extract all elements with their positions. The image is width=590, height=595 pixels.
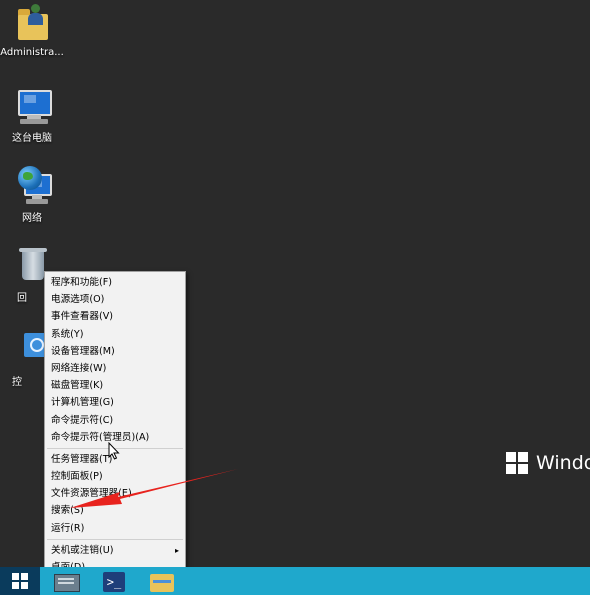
- menu-item-event-viewer[interactable]: 事件查看器(V): [45, 308, 185, 325]
- user-folder-icon: [12, 4, 52, 44]
- menu-item-search[interactable]: 搜索(S): [45, 502, 185, 519]
- menu-item-device-manager[interactable]: 设备管理器(M): [45, 343, 185, 360]
- winx-context-menu: 程序和功能(F) 电源选项(O) 事件查看器(V) 系统(Y) 设备管理器(M)…: [44, 271, 186, 573]
- start-button[interactable]: [0, 567, 40, 595]
- menu-item-command-prompt[interactable]: 命令提示符(C): [45, 412, 185, 429]
- windows-watermark: Windo: [506, 452, 590, 474]
- desktop-icon-administrator[interactable]: Administra...: [0, 4, 64, 58]
- menu-item-network-connections[interactable]: 网络连接(W): [45, 360, 185, 377]
- menu-item-control-panel[interactable]: 控制面板(P): [45, 468, 185, 485]
- menu-item-programs-features[interactable]: 程序和功能(F): [45, 274, 185, 291]
- start-icon: [12, 573, 28, 589]
- desktop-icon-label: 这台电脑: [12, 133, 52, 144]
- network-icon: [12, 166, 52, 206]
- desktop-icon-label: 网络: [22, 213, 42, 224]
- desktop-icon-label: Administra...: [0, 47, 64, 58]
- menu-item-power-options[interactable]: 电源选项(O): [45, 291, 185, 308]
- watermark-text: Windo: [536, 452, 590, 474]
- server-manager-icon: [54, 574, 80, 592]
- submenu-arrow-icon: ▸: [174, 545, 179, 555]
- this-pc-icon: [12, 86, 52, 126]
- windows-logo-icon: [506, 452, 528, 474]
- menu-item-run[interactable]: 运行(R): [45, 520, 185, 537]
- file-explorer-icon: [150, 574, 174, 592]
- menu-item-computer-management[interactable]: 计算机管理(G): [45, 394, 185, 411]
- menu-item-shutdown-signout[interactable]: 关机或注销(U) ▸: [45, 542, 185, 559]
- desktop-icon-this-pc[interactable]: 这台电脑: [0, 86, 64, 144]
- taskbar: >_: [0, 567, 590, 595]
- menu-item-system[interactable]: 系统(Y): [45, 326, 185, 343]
- menu-item-file-explorer[interactable]: 文件资源管理器(E): [45, 485, 185, 502]
- taskbar-server-manager-button[interactable]: [52, 570, 82, 594]
- menu-item-label: 关机或注销(U): [51, 544, 114, 556]
- menu-separator: [47, 538, 183, 540]
- desktop-icon-network[interactable]: 网络: [0, 166, 64, 224]
- menu-item-disk-management[interactable]: 磁盘管理(K): [45, 377, 185, 394]
- mouse-cursor-icon: [108, 442, 120, 460]
- taskbar-powershell-button[interactable]: >_: [101, 570, 131, 594]
- powershell-icon: >_: [103, 572, 125, 592]
- taskbar-file-explorer-button[interactable]: [148, 570, 178, 594]
